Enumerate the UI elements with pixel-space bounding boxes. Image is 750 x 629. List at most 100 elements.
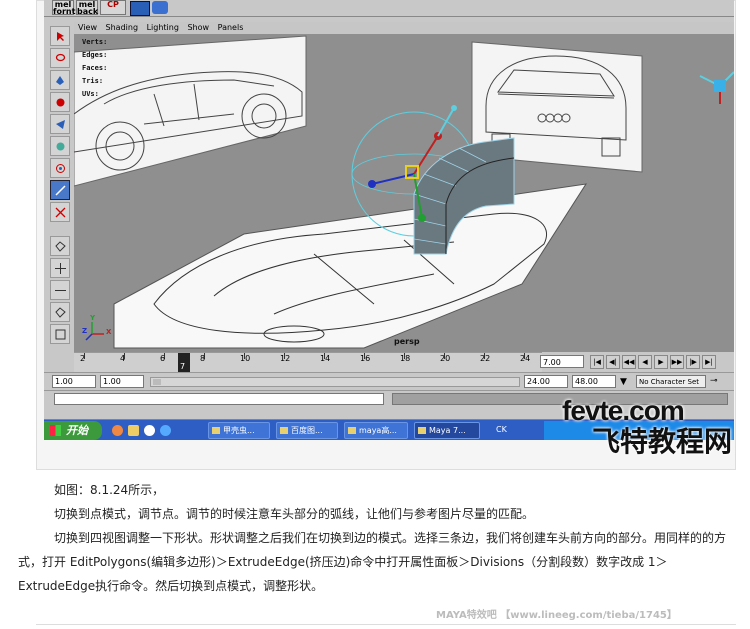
- paragraph-1: 切换到点模式，调节点。调节的时候注意车头部分的弧线，让他们与参考图片尽量的匹配。: [54, 507, 535, 521]
- range-slider-bar: 1.00 1.00 24.00 48.00 ▼ No Character Set…: [44, 372, 734, 391]
- layout-split-icon[interactable]: [50, 280, 70, 300]
- time-tick-label: 14: [320, 354, 331, 363]
- shelf-button-back[interactable]: mel back: [76, 0, 99, 16]
- layout-four-icon[interactable]: [50, 258, 70, 278]
- go-to-start-icon[interactable]: |◀: [590, 355, 604, 369]
- manipulator-tool-icon[interactable]: [50, 158, 70, 178]
- step-back-icon[interactable]: ◀|: [606, 355, 620, 369]
- shelf-button-bottom-label: fornt: [53, 7, 76, 16]
- shelf-bar: mel fornt mel back CP: [44, 0, 734, 17]
- origin-axis-indicator: [85, 322, 104, 341]
- paint-tool-icon[interactable]: [50, 70, 70, 90]
- viewport-menu-view[interactable]: View: [78, 23, 97, 32]
- logo-chinese: 飞特教程网: [592, 425, 733, 458]
- axis-label-x: X: [106, 328, 112, 336]
- start-time-field[interactable]: 1.00: [52, 375, 96, 388]
- shelf-button-bottom-label: back: [77, 7, 99, 16]
- time-tick-label: 20: [440, 354, 451, 363]
- select-tool-icon[interactable]: [50, 26, 70, 46]
- time-slider[interactable]: 2 4 6 8 10 12 14 16 18 20 22 24 7: [74, 352, 542, 373]
- step-forward-icon[interactable]: |▶: [686, 355, 700, 369]
- time-tick-label: 18: [400, 354, 411, 363]
- shelf-button-front[interactable]: mel fornt: [52, 0, 76, 16]
- footer-divider: [36, 624, 736, 625]
- caption: 如图：8.1.24所示，: [54, 483, 165, 497]
- split-polygon-tool-icon[interactable]: [50, 180, 70, 200]
- perspective-viewport[interactable]: View Shading Lighting Show Panels Verts:…: [74, 22, 734, 352]
- range-slider-handle[interactable]: [153, 379, 161, 385]
- time-tick-label: 8: [200, 354, 206, 363]
- scale-tool-icon[interactable]: [50, 136, 70, 156]
- current-time-marker[interactable]: 7: [178, 353, 190, 373]
- scene-drawing: [74, 35, 734, 349]
- site-logo: fevte.com 飞特教程网: [562, 396, 742, 462]
- key-icon[interactable]: ⊸: [710, 376, 718, 386]
- start-label: 开始: [66, 424, 88, 437]
- quicklaunch-browser-icon[interactable]: [144, 425, 155, 436]
- play-backward-icon[interactable]: ◀: [638, 355, 652, 369]
- rotate-tool-icon[interactable]: [50, 114, 70, 134]
- tray-text: CK: [496, 425, 507, 434]
- play-forward-icon[interactable]: ▶: [654, 355, 668, 369]
- windows-logo-icon: [50, 425, 61, 436]
- task-button-1[interactable]: 甲壳虫...: [208, 422, 270, 439]
- axis-label-y: Y: [90, 314, 96, 322]
- shelf-button-cp[interactable]: CP: [100, 0, 126, 15]
- move-tool-icon[interactable]: [50, 92, 70, 112]
- time-tick-label: 12: [280, 354, 291, 363]
- paragraph-2: 切换到四视图调整一下形状。形状调整之后我们在切换到边的模式。选择三条边，我们将创…: [54, 531, 727, 545]
- character-set-field[interactable]: No Character Set: [636, 375, 706, 388]
- command-input[interactable]: [54, 393, 384, 405]
- task-button-3[interactable]: maya高...: [344, 422, 408, 439]
- hud-edges: Edges:: [82, 51, 108, 59]
- end-time-field[interactable]: 48.00: [572, 375, 616, 388]
- maya-screenshot: mel fornt mel back CP View Shading Light…: [44, 0, 734, 440]
- shelf-icon-blue[interactable]: [130, 1, 150, 16]
- viewport-menu-shading[interactable]: Shading: [106, 23, 139, 32]
- go-to-end-icon[interactable]: ▶|: [702, 355, 716, 369]
- article-body: 如图：8.1.24所示， 切换到点模式，调节点。调节的时候注意车头部分的弧线，让…: [0, 478, 750, 598]
- time-tick-label: 24: [520, 354, 531, 363]
- quicklaunch-folder-icon[interactable]: [128, 425, 139, 436]
- viewport-menu-panels[interactable]: Panels: [218, 23, 244, 32]
- task-button-4[interactable]: Maya 7...: [414, 422, 480, 439]
- viewport-menu-lighting[interactable]: Lighting: [147, 23, 179, 32]
- layout-outliner-icon[interactable]: [50, 302, 70, 322]
- camera-label: persp: [394, 337, 420, 346]
- toolbox: [48, 22, 72, 352]
- step-back-key-icon[interactable]: ◀◀: [622, 355, 636, 369]
- step-forward-key-icon[interactable]: ▶▶: [670, 355, 684, 369]
- playback-end-field[interactable]: 24.00: [524, 375, 568, 388]
- current-time-label: 7: [180, 362, 186, 371]
- axis-label-z: Z: [82, 327, 88, 335]
- quicklaunch-ie-icon[interactable]: [160, 425, 171, 436]
- show-manipulator-icon[interactable]: [50, 202, 70, 222]
- layout-single-icon[interactable]: [50, 236, 70, 256]
- watermark-text: MAYA特效吧 【www.lineeg.com/tieba/1745】: [436, 610, 677, 621]
- shelf-button-bottom-label: CP: [107, 0, 119, 9]
- viewport-menu-bar: View Shading Lighting Show Panels: [74, 22, 734, 34]
- character-set-dropdown-icon[interactable]: ▼: [620, 376, 632, 388]
- start-button[interactable]: 开始: [44, 421, 102, 440]
- time-tick-label: 2: [80, 354, 86, 363]
- task-button-2[interactable]: 百度图...: [276, 422, 338, 439]
- current-frame-field[interactable]: 7.00: [540, 355, 584, 368]
- viewport-menu-show[interactable]: Show: [187, 23, 209, 32]
- lasso-tool-icon[interactable]: [50, 48, 70, 68]
- logo-english: fevte.com: [562, 395, 685, 426]
- time-tick-label: 10: [240, 354, 251, 363]
- paragraph-2-end: ExtrudeEdge执行命令。然后切换到点模式，调整形状。: [18, 579, 324, 593]
- quicklaunch-media-icon[interactable]: [112, 425, 123, 436]
- hud-tris: Tris:: [82, 77, 104, 85]
- shelf-icon-cylinder[interactable]: [152, 1, 168, 14]
- view-axis-gizmo: [699, 71, 734, 104]
- time-tick-label: 4: [120, 354, 126, 363]
- range-slider[interactable]: [150, 377, 520, 387]
- side-reference-plane: [74, 35, 307, 187]
- paragraph-2-cont: 式，打开 EditPolygons(编辑多边形)＞ExtrudeEdge(挤压边…: [18, 555, 668, 569]
- hud-verts: Verts:: [82, 38, 108, 46]
- layout-graph-icon[interactable]: [50, 324, 70, 344]
- time-tick-label: 16: [360, 354, 371, 363]
- playback-start-field[interactable]: 1.00: [100, 375, 144, 388]
- hud-uvs: UVs:: [82, 90, 99, 98]
